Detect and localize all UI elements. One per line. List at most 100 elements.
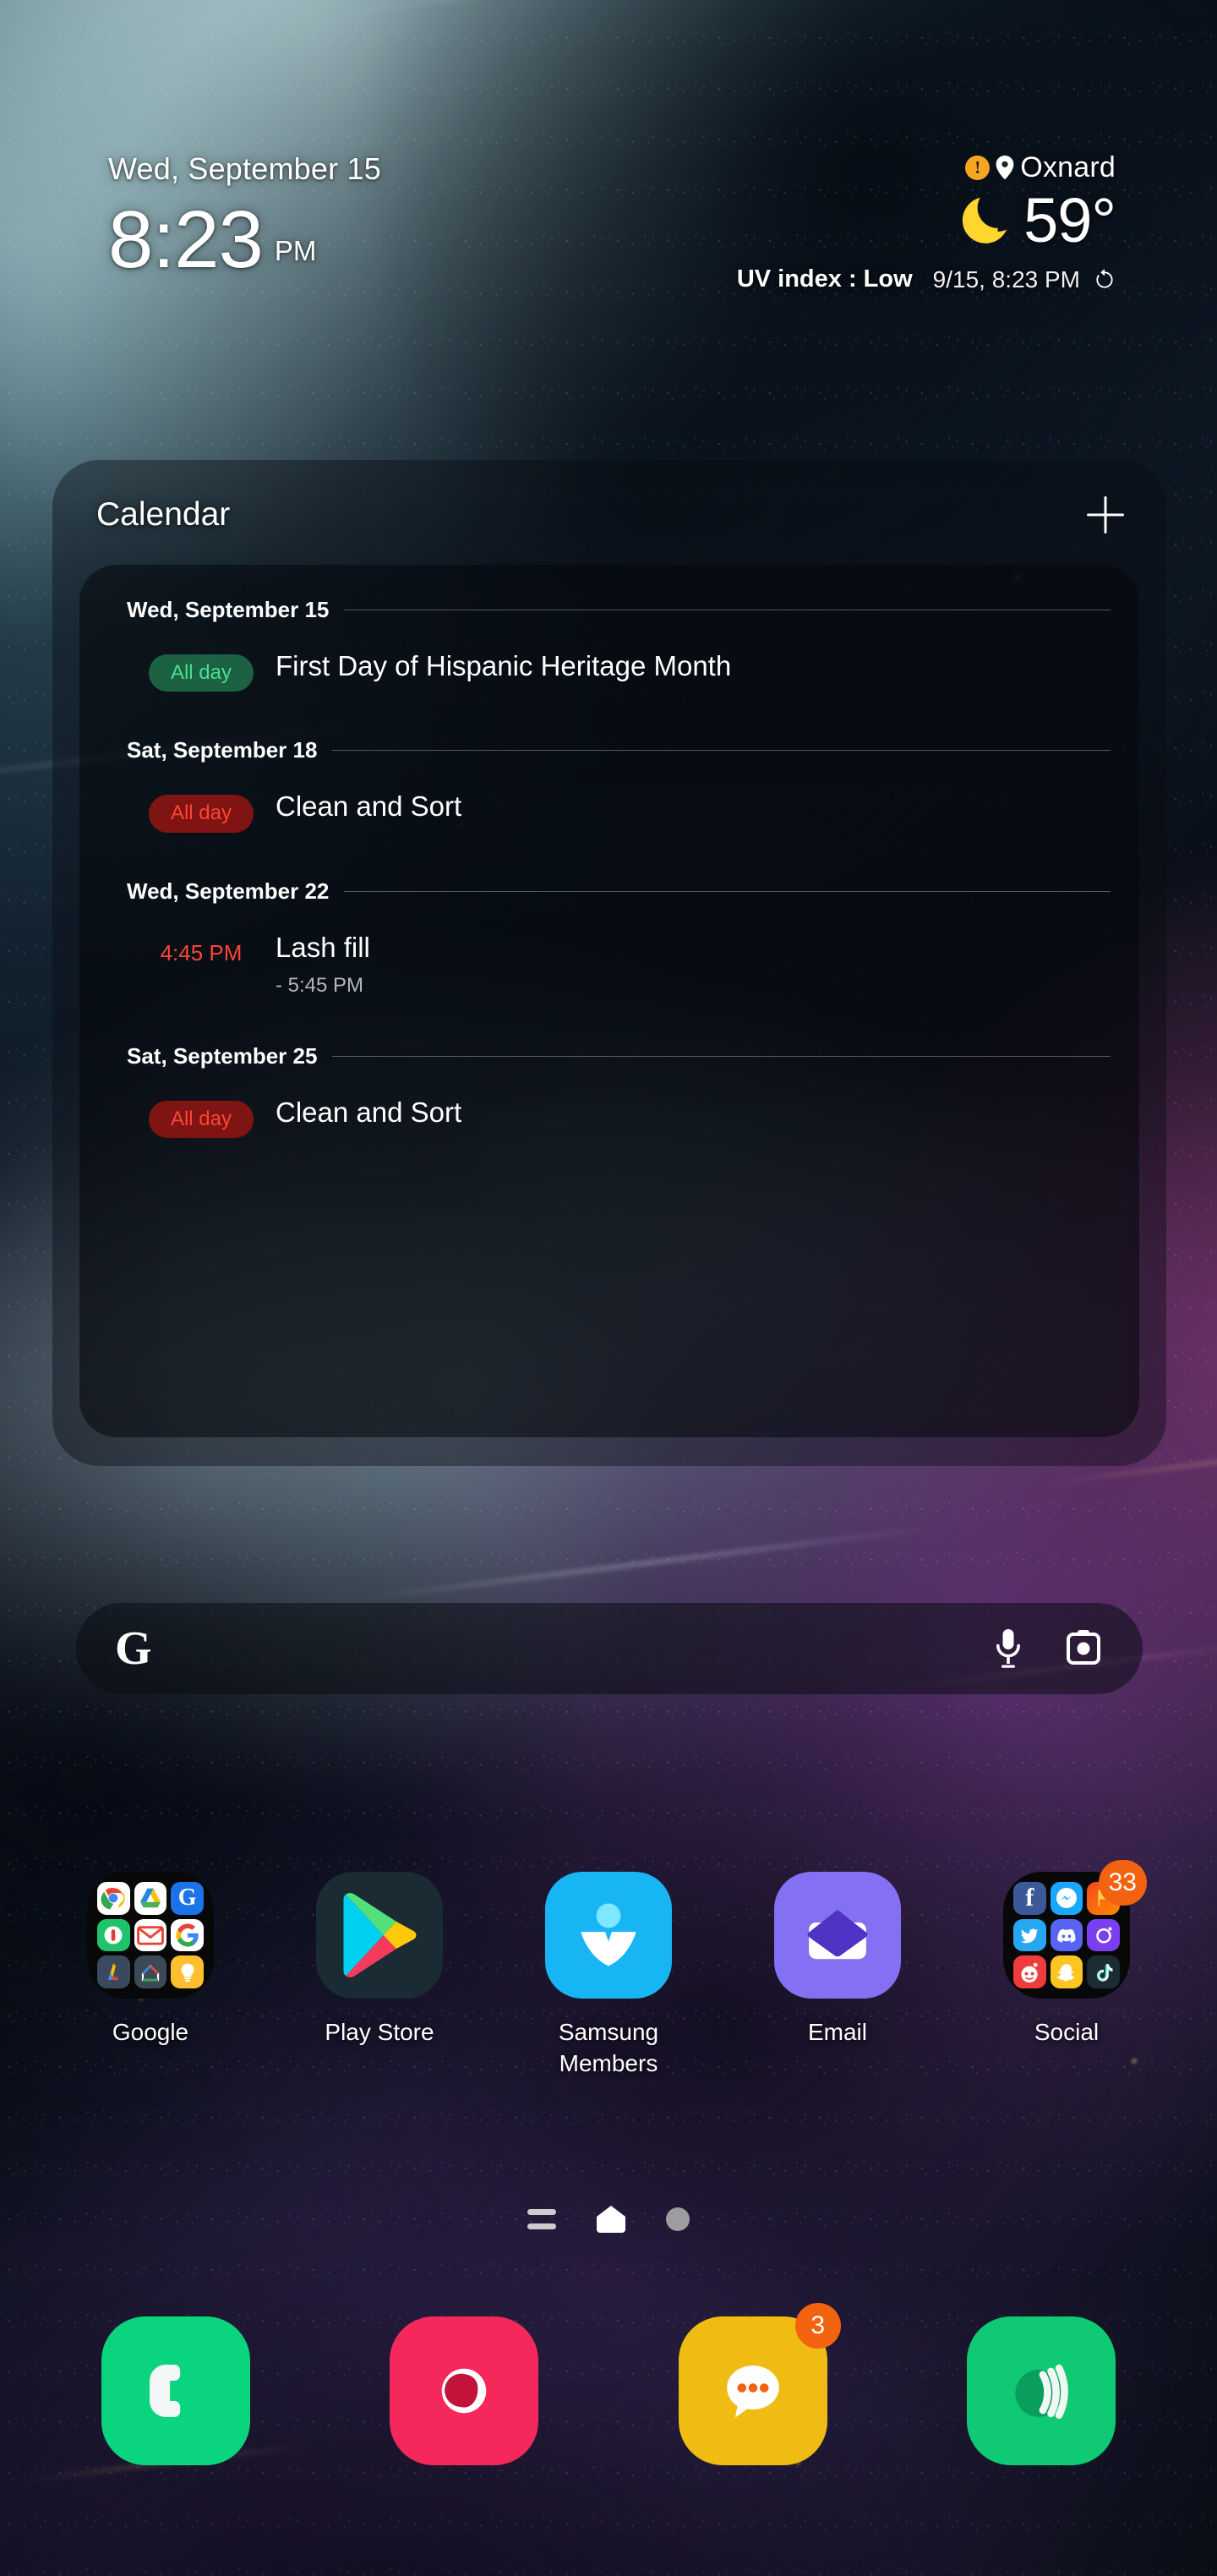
- google-one-icon: [97, 1955, 130, 1988]
- all-day-badge: All day: [148, 795, 254, 833]
- clock-widget[interactable]: Wed, September 15 8:23 PM: [108, 151, 381, 285]
- weather-location-row: ! Oxnard: [642, 150, 1116, 184]
- google-podcasts-icon: [97, 1918, 130, 1952]
- calendar-widget[interactable]: Calendar Wed, September 15 All day First…: [52, 460, 1166, 1466]
- microphone-icon[interactable]: [992, 1629, 1024, 1668]
- dock: 3: [0, 2303, 1217, 2502]
- google-search-blue-icon: G: [171, 1882, 204, 1915]
- calendar-event-body: Lash fill - 5:45 PM: [276, 932, 1111, 998]
- google-keep-icon: [171, 1955, 204, 1988]
- app-icon-wrap[interactable]: [545, 1872, 672, 1999]
- folder-icon-wrap[interactable]: f 33: [1003, 1860, 1147, 1999]
- calendar-event-title: Clean and Sort: [276, 1096, 462, 1128]
- reddit-icon: [1013, 1955, 1046, 1988]
- date-text: Wed, September 15: [108, 151, 381, 186]
- google-home-icon: [134, 1955, 167, 1988]
- google-lens-camera-icon[interactable]: [1065, 1630, 1102, 1667]
- weather-temp-row: 59°: [642, 189, 1116, 252]
- dock-smartthings[interactable]: [966, 2316, 1116, 2465]
- divider: [344, 890, 1111, 892]
- discord-icon: [1050, 1918, 1083, 1952]
- dock-messages[interactable]: 3: [678, 2303, 841, 2465]
- folder-icon-wrap[interactable]: G: [87, 1872, 214, 1999]
- calendar-day-header: Sat, September 18: [127, 737, 1111, 763]
- dock-phone[interactable]: [101, 2316, 250, 2465]
- calendar-event[interactable]: All day Clean and Sort: [127, 1075, 1111, 1146]
- google-g-logo[interactable]: G: [115, 1625, 152, 1672]
- calendar-event-body: First Day of Hispanic Heritage Month: [276, 650, 1111, 682]
- gmail-icon: [134, 1918, 167, 1952]
- divider: [332, 750, 1111, 752]
- weather-temperature: 59°: [1023, 185, 1116, 255]
- app-folder-google[interactable]: G Google: [66, 1872, 235, 2176]
- samsung-members-icon[interactable]: [545, 1872, 672, 1999]
- calendar-title: Calendar: [96, 496, 231, 533]
- time-row: 8:23 PM: [108, 194, 381, 285]
- plus-icon[interactable]: [1082, 491, 1129, 539]
- app-label: Play Store: [325, 2019, 434, 2045]
- app-email[interactable]: Email: [753, 1872, 922, 2176]
- time-text: 8:23: [108, 194, 264, 285]
- page-indicator: [0, 2198, 1217, 2240]
- phone-handset-icon[interactable]: [101, 2316, 250, 2465]
- calendar-event[interactable]: All day First Day of Hispanic Heritage M…: [127, 628, 1111, 700]
- alert-circle-icon: !: [965, 155, 991, 180]
- uv-index-text: UV index : Low: [736, 265, 913, 293]
- clock-weather-widget[interactable]: Wed, September 15 8:23 PM ! Oxnard 59° U…: [0, 127, 1217, 406]
- calendar-event[interactable]: All day Clean and Sort: [127, 768, 1111, 840]
- email-envelope-icon[interactable]: [774, 1872, 901, 1999]
- chrome-icon: [97, 1882, 130, 1915]
- app-icon-wrap[interactable]: [316, 1872, 443, 1999]
- calendar-header: Calendar: [52, 460, 1166, 570]
- facebook-icon: f: [1013, 1882, 1046, 1915]
- page-dot-icon[interactable]: [666, 2207, 690, 2231]
- all-day-badge: All day: [148, 654, 254, 692]
- tiktok-icon: [1087, 1955, 1120, 1988]
- calendar-day-label: Sat, September 25: [127, 1042, 318, 1069]
- calendar-day-label: Wed, September 22: [127, 878, 330, 904]
- calendar-event[interactable]: 4:45 PM Lash fill - 5:45 PM: [127, 910, 1111, 1006]
- google-drive-icon: [134, 1882, 167, 1915]
- contacts-icon[interactable]: [390, 2316, 539, 2465]
- calendar-event-time: 4:45 PM: [160, 939, 243, 965]
- location-pin-icon: [996, 156, 1014, 179]
- app-label: Google: [112, 2019, 189, 2045]
- app-play-store[interactable]: Play Store: [295, 1872, 464, 2176]
- calendar-event-body: Clean and Sort: [276, 1097, 1111, 1129]
- google-folder-preview[interactable]: G: [87, 1872, 214, 1999]
- calendar-events-list[interactable]: Wed, September 15 All day First Day of H…: [79, 565, 1139, 1437]
- app-label: Social: [1034, 2019, 1100, 2045]
- home-page-icon[interactable]: [597, 2206, 625, 2233]
- calendar-event-end-time: - 5:45 PM: [276, 973, 364, 997]
- all-day-badge: All day: [148, 1100, 254, 1139]
- messenger-icon: [1050, 1882, 1083, 1915]
- signal-waves-icon[interactable]: [966, 2316, 1116, 2465]
- messages-badge: 3: [794, 2303, 841, 2349]
- calendar-day-header: Wed, September 15: [127, 597, 1111, 623]
- calendar-event-badge-col: All day: [127, 1097, 276, 1139]
- moon-icon: [962, 197, 1007, 243]
- app-icon-wrap[interactable]: [774, 1872, 901, 1999]
- app-label: Samsung Members: [558, 2019, 659, 2076]
- instagram-icon: [1087, 1918, 1120, 1952]
- calendar-day-header: Wed, September 22: [127, 878, 1111, 905]
- feed-page-icon[interactable]: [527, 2209, 556, 2229]
- app-folder-social[interactable]: f 33 Social: [982, 1860, 1151, 2176]
- calendar-event-body: Clean and Sort: [276, 790, 1111, 823]
- weather-widget[interactable]: ! Oxnard 59° UV index : Low 9/15, 8:23 P…: [642, 150, 1116, 293]
- calendar-event-badge-col: All day: [127, 650, 276, 692]
- twitter-icon: [1013, 1918, 1046, 1952]
- weather-location-name: Oxnard: [1020, 150, 1116, 183]
- refresh-icon[interactable]: [1094, 268, 1116, 291]
- calendar-day-label: Wed, September 15: [127, 597, 330, 622]
- dock-contacts[interactable]: [390, 2316, 539, 2465]
- google-search-bar[interactable]: G: [76, 1603, 1143, 1694]
- divider: [332, 1055, 1111, 1057]
- app-samsung-members[interactable]: Samsung Members: [524, 1872, 693, 2176]
- calendar-event-title: Lash fill: [276, 931, 370, 963]
- google-g-icon: [171, 1918, 204, 1952]
- ampm-text: PM: [274, 235, 317, 267]
- google-play-icon[interactable]: [316, 1872, 443, 1999]
- app-row: G Google Play Store Samsung Members Emai…: [0, 1860, 1217, 2176]
- weather-updated-time: 9/15, 8:23 PM: [932, 265, 1080, 293]
